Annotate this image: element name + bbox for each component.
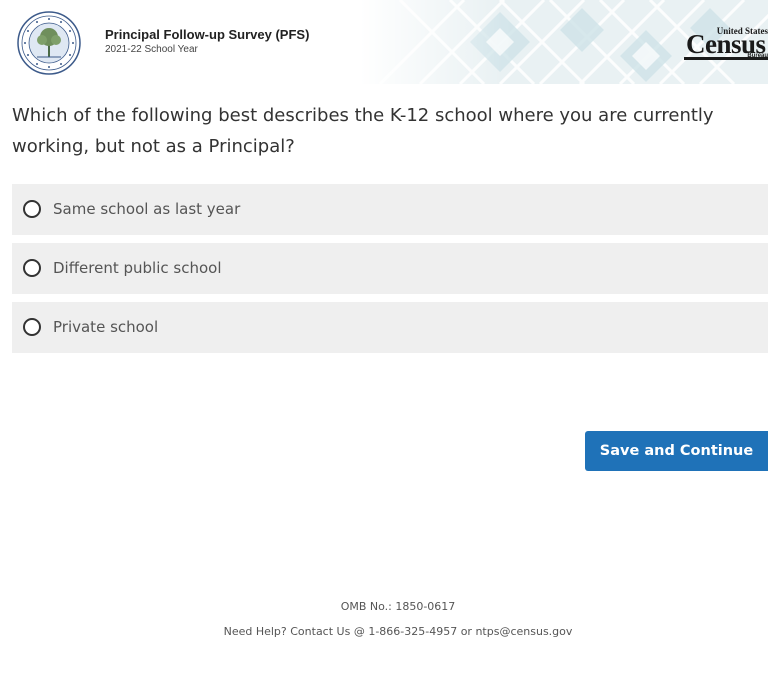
radio-button-private-school[interactable] — [23, 318, 41, 336]
radio-button-different-public-school[interactable] — [23, 259, 41, 277]
answer-options: Same school as last year Different publi… — [12, 184, 768, 361]
save-and-continue-button[interactable]: Save and Continue — [585, 431, 768, 471]
option-label: Different public school — [53, 259, 222, 277]
help-contact-text: Need Help? Contact Us @ 1-866-325-4957 o… — [223, 625, 573, 638]
question-text: Which of the following best describes th… — [12, 105, 714, 157]
omb-number: OMB No.: 1850-0617 — [340, 600, 456, 613]
option-different-public-school[interactable]: Different public school — [12, 243, 768, 294]
survey-title: Principal Follow-up Survey (PFS) — [105, 27, 310, 42]
census-bureau-logo: United States Census Bureau — [682, 22, 768, 64]
survey-page: Principal Follow-up Survey (PFS) 2021-22… — [0, 0, 768, 696]
school-year-label: 2021-22 School Year — [105, 44, 198, 55]
radio-button-same-school[interactable] — [23, 200, 41, 218]
survey-header: Principal Follow-up Survey (PFS) 2021-22… — [0, 0, 768, 84]
option-same-school[interactable]: Same school as last year — [12, 184, 768, 235]
census-logo-bureau: Bureau — [747, 53, 768, 59]
option-label: Private school — [53, 318, 159, 336]
option-label: Same school as last year — [53, 200, 241, 218]
department-of-education-seal-icon — [17, 11, 81, 75]
option-private-school[interactable]: Private school — [12, 302, 768, 353]
